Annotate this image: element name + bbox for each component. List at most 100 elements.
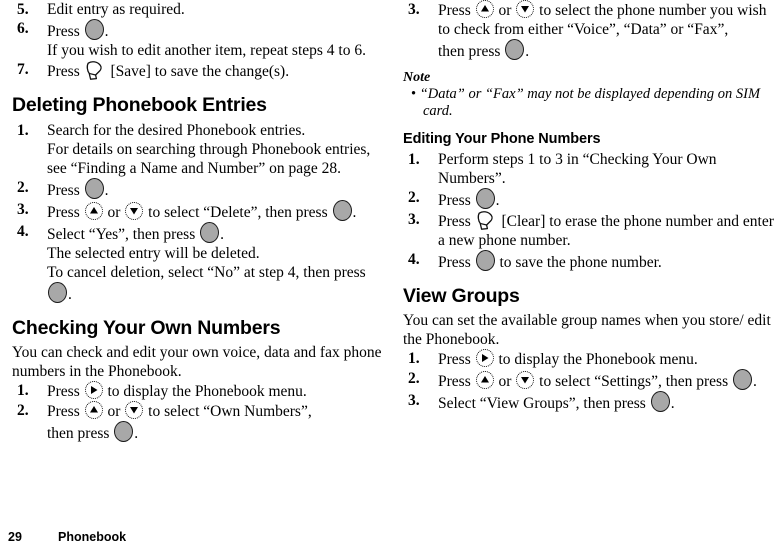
step-text: Press — [438, 213, 471, 230]
step-text: Press — [438, 2, 471, 19]
step-number: 1. — [408, 350, 420, 367]
nav-up-icon — [84, 401, 103, 419]
step-number: 5. — [17, 1, 29, 18]
step-text: Press — [47, 23, 80, 40]
step-text-after: . — [670, 395, 675, 412]
select-key-icon — [475, 250, 495, 271]
step-text: Press — [47, 182, 80, 199]
step-line2: then press . — [47, 421, 139, 442]
note-text: “Data” or “Fax” may not be displayed dep… — [419, 86, 761, 119]
step-number: 7. — [17, 61, 29, 78]
chapter-name: Phonebook — [58, 530, 127, 544]
select-key-icon — [475, 188, 495, 209]
bullet-icon: • — [411, 86, 417, 102]
step-text-mid: to select “Own Numbers”, — [148, 403, 312, 420]
step-number: 2. — [408, 370, 420, 387]
step-text-after: . — [104, 23, 109, 40]
step-text: Press — [47, 383, 80, 400]
step-text: Edit entry as required. — [47, 1, 185, 18]
step-item: 4. Press to save the phone number. — [403, 250, 775, 272]
select-key-icon — [733, 369, 752, 390]
step-text-after: to display the Phonebook menu. — [107, 383, 307, 400]
conjunction: or — [498, 2, 512, 19]
select-key-icon — [84, 178, 104, 199]
step-item: 3. Press [Clear] to erase the phone numb… — [403, 210, 775, 250]
softkey-icon — [477, 210, 496, 231]
step-text: Press — [438, 351, 471, 368]
note-heading: Note — [403, 70, 431, 85]
section-heading-checking: Checking Your Own Numbers — [12, 317, 281, 339]
section-intro: You can set the available group names wh… — [403, 312, 771, 348]
nav-right-icon — [84, 381, 103, 399]
manual-page: 5. Edit entry as required. 6. Press . If… — [0, 0, 782, 551]
step-text: Press — [438, 373, 471, 390]
left-column: 5. Edit entry as required. 6. Press . If… — [12, 0, 384, 443]
step-number: 1. — [408, 151, 420, 168]
page-footer: 29 Phonebook — [0, 529, 782, 549]
step-item: 3. Press or to select “Delete”, then pre… — [12, 200, 384, 222]
nav-down-icon — [125, 202, 144, 220]
step-number: 6. — [17, 20, 29, 37]
nav-down-icon — [516, 371, 535, 389]
nav-down-icon — [125, 401, 144, 419]
step-text-mid: to select “Delete”, then press — [148, 204, 328, 221]
step-number: 4. — [408, 251, 420, 268]
step-text: Search for the desired Phonebook entries… — [47, 122, 306, 139]
step-text: Perform steps 1 to 3 in “Checking Your O… — [438, 151, 717, 187]
step-number: 2. — [408, 189, 420, 206]
step-item: 6. Press . — [12, 19, 384, 41]
step-note-text: To cancel deletion, select “No” at step … — [47, 264, 366, 281]
step-text: Press — [47, 63, 80, 80]
nav-up-icon — [475, 371, 494, 389]
step-line2-after: . — [134, 425, 139, 442]
step-note-text-after: . — [68, 286, 72, 303]
step-line3-after: . — [525, 43, 530, 60]
step-line2-text: then press — [47, 425, 110, 442]
conjunction: or — [107, 403, 121, 420]
step-item: 2. Press or to select “Settings”, then p… — [403, 369, 775, 391]
step-text: Press — [438, 192, 471, 209]
step-number: 3. — [17, 201, 29, 218]
section-intro: You can check and edit your own voice, d… — [12, 344, 382, 380]
step-text: Select “Yes”, then press — [47, 226, 196, 243]
step-number: 3. — [408, 1, 420, 18]
step-text: Press — [438, 254, 471, 271]
step-text-after: . — [104, 182, 109, 199]
section-heading-view-groups: View Groups — [403, 285, 520, 307]
step-text-after: . — [352, 204, 357, 221]
select-key-icon — [650, 391, 670, 412]
nav-up-icon — [475, 0, 494, 18]
select-key-icon — [84, 19, 104, 40]
select-key-icon — [505, 39, 525, 60]
step-item: 2. Press . — [403, 188, 775, 210]
step-note: For details on searching through Phonebo… — [47, 141, 371, 177]
select-key-icon — [200, 222, 220, 243]
step-item: 5. Edit entry as required. — [12, 0, 384, 19]
step-text-after: to save the phone number. — [499, 254, 662, 271]
step-item: 2. Press . — [12, 178, 384, 200]
section-heading-editing: Editing Your Phone Numbers — [403, 131, 601, 147]
step-text: Select “View Groups”, then press — [438, 395, 646, 412]
step-item: 1. Perform steps 1 to 3 in “Checking You… — [403, 150, 775, 188]
step-number: 3. — [408, 211, 420, 228]
step-text-after: . — [753, 373, 757, 390]
step-item: 3. Select “View Groups”, then press . — [403, 391, 775, 413]
step-number: 4. — [17, 223, 29, 240]
step-item: 7. Press [Save] to save the change(s). — [12, 60, 384, 81]
step-note: If you wish to edit another item, repeat… — [47, 42, 366, 59]
step-note: The selected entry will be deleted. — [47, 245, 260, 262]
step-number: 1. — [17, 122, 29, 139]
step-text-after: . — [220, 226, 224, 243]
step-text: Press — [47, 204, 80, 221]
step-text-mid: to select “Settings”, then press — [539, 373, 729, 390]
step-number: 3. — [408, 392, 420, 409]
step-text-after: . — [495, 192, 500, 209]
select-key-icon — [332, 200, 352, 221]
step-text-after: to display the Phonebook menu. — [498, 351, 698, 368]
select-key-icon — [48, 282, 67, 303]
step-number: 1. — [17, 382, 29, 399]
step-line3-text: then press — [438, 43, 501, 60]
step-item: 1. Press to display the Phonebook menu. — [403, 349, 775, 369]
select-key-icon — [114, 421, 134, 442]
step-line3: then press . — [438, 39, 530, 60]
